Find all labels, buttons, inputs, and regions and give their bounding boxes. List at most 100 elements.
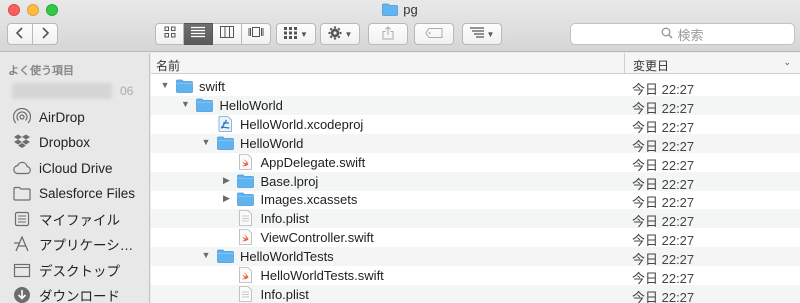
- sidebar-item-my-files[interactable]: マイファイル: [12, 208, 148, 230]
- file-name: Base.lproj: [260, 173, 319, 189]
- search-icon: [661, 27, 674, 42]
- cover-flow-icon: [248, 25, 264, 43]
- swift-file-icon: [237, 229, 255, 246]
- sidebar-item-desktop[interactable]: デスクトップ: [12, 259, 148, 281]
- date-modified: 今日 22:27: [632, 289, 695, 303]
- swift-file-icon: [237, 153, 255, 170]
- desktop-icon: [12, 261, 32, 279]
- file-row[interactable]: Info.plist 今日 22:27: [151, 284, 800, 303]
- folder-icon: [237, 191, 255, 207]
- file-name: HelloWorld: [219, 97, 283, 113]
- sidebar-item-downloads[interactable]: ダウンロード: [12, 284, 148, 303]
- applications-icon: [12, 235, 32, 253]
- share-button[interactable]: [368, 23, 408, 45]
- list-icon: [191, 25, 205, 43]
- sidebar-item-applications[interactable]: アプリケーシ…: [12, 233, 148, 255]
- file-row[interactable]: Info.plist 今日 22:27: [151, 209, 800, 229]
- back-button[interactable]: [7, 23, 33, 45]
- chevron-down-icon: ▼: [486, 29, 495, 39]
- folder-row[interactable]: ▶ Images.xcassets 今日 22:27: [151, 190, 800, 210]
- file-name: swift: [199, 79, 225, 94]
- chevron-down-icon: ▼: [300, 29, 308, 39]
- file-row[interactable]: HelloWorld.xcodeproj 今日 22:27: [151, 115, 800, 135]
- disclosure-expanded-icon[interactable]: ▼: [200, 137, 212, 147]
- disclosure-expanded-icon[interactable]: ▼: [180, 99, 192, 109]
- dropbox-icon: [12, 133, 32, 151]
- folder-icon: [216, 248, 234, 264]
- chevron-down-icon[interactable]: ⌄: [783, 57, 791, 68]
- column-header-date-modified[interactable]: 変更日: [633, 57, 669, 74]
- sort-button[interactable]: ▼: [462, 23, 502, 45]
- folder-row[interactable]: ▼ HelloWorld 今日 22:27: [151, 95, 800, 116]
- folder-row[interactable]: ▼ swift 今日 22:27: [151, 77, 800, 97]
- columns-icon: [220, 25, 234, 43]
- sidebar-item-label: AirDrop: [39, 109, 85, 125]
- folder-icon: [196, 97, 214, 113]
- title-bar: pg ▼ ▼ ▼ 検索: [0, 0, 800, 52]
- disclosure-collapsed-icon[interactable]: ▶: [221, 193, 233, 204]
- folder-row[interactable]: ▼ HelloWorld 今日 22:27: [151, 133, 800, 154]
- plist-file-icon: [237, 285, 255, 302]
- file-row[interactable]: ViewController.swift 今日 22:27: [151, 228, 800, 248]
- swift-file-icon: [237, 267, 255, 283]
- disclosure-collapsed-icon[interactable]: ▶: [221, 175, 233, 186]
- icon-view-button[interactable]: [155, 23, 184, 45]
- window-title: pg: [0, 2, 800, 19]
- list-header: 名前 変更日 ⌄: [151, 53, 800, 74]
- file-row[interactable]: AppDelegate.swift 今日 22:27: [151, 153, 800, 173]
- sidebar-item-label: Salesforce Files: [39, 185, 136, 201]
- sidebar: よく使う項目 06 AirDrop Dropbox iCloud Drive S…: [0, 53, 150, 303]
- search-placeholder: 検索: [677, 27, 704, 43]
- folder-icon: [175, 78, 193, 94]
- folder-icon: [237, 173, 255, 189]
- chevron-right-icon: [40, 26, 50, 42]
- sidebar-item-dropbox[interactable]: Dropbox: [12, 131, 148, 153]
- sidebar-item-label: デスクトップ: [39, 264, 120, 279]
- file-list: 名前 変更日 ⌄ ▼ swift 今日 22:27 ▼ HelloWorld 今日 22:…: [151, 53, 800, 303]
- window-title-text: pg: [403, 2, 418, 17]
- sidebar-item-icloud-drive[interactable]: iCloud Drive: [12, 157, 148, 179]
- sidebar-item-salesforce-files[interactable]: Salesforce Files: [12, 182, 148, 204]
- arrange-grid-icon: [284, 26, 298, 42]
- file-row[interactable]: HelloWorldTests.swift 今日 22:27: [151, 266, 800, 286]
- disclosure-expanded-icon[interactable]: ▼: [159, 80, 171, 90]
- downloads-icon: [12, 286, 32, 303]
- folder-row[interactable]: ▶ Base.lproj 今日 22:27: [151, 171, 800, 192]
- sidebar-item-redacted[interactable]: [12, 83, 112, 99]
- column-view-button[interactable]: [213, 23, 242, 45]
- search-field[interactable]: 検索: [570, 23, 795, 45]
- xcode-project-icon: [216, 115, 234, 132]
- cover-flow-view-button[interactable]: [242, 23, 271, 45]
- folder-icon: [12, 184, 32, 202]
- file-name: HelloWorldTests.swift: [260, 268, 384, 283]
- airdrop-icon: [12, 108, 32, 126]
- folder-row[interactable]: ▼ HelloWorldTests 今日 22:27: [151, 247, 800, 267]
- folder-icon: [216, 135, 234, 151]
- file-name: AppDelegate.swift: [260, 154, 366, 170]
- list-view-button[interactable]: [184, 23, 213, 45]
- arrange-button[interactable]: ▼: [276, 23, 316, 45]
- all-files-icon: [12, 210, 32, 228]
- icon-grid-icon: [164, 25, 176, 43]
- action-button[interactable]: ▼: [320, 23, 360, 45]
- share-icon: [382, 25, 394, 43]
- sidebar-item-label: iCloud Drive: [39, 160, 113, 176]
- file-name: ViewController.swift: [260, 230, 374, 246]
- view-mode-selector: [155, 23, 271, 45]
- file-name: HelloWorld.xcodeproj: [240, 116, 364, 132]
- sidebar-item-label: Dropbox: [39, 134, 91, 150]
- column-divider[interactable]: [624, 53, 625, 74]
- sidebar-item-label: ダウンロード: [39, 289, 120, 303]
- tag-icon: [425, 27, 443, 41]
- file-name: HelloWorldTests: [240, 249, 334, 265]
- tag-button[interactable]: [414, 23, 454, 45]
- disclosure-expanded-icon[interactable]: ▼: [200, 250, 212, 260]
- gear-icon: [328, 26, 342, 43]
- forward-button[interactable]: [32, 23, 58, 45]
- file-name: HelloWorld: [240, 135, 304, 151]
- file-name: Info.plist: [260, 211, 309, 227]
- column-header-name[interactable]: 名前: [156, 57, 180, 74]
- sidebar-item-airdrop[interactable]: AirDrop: [12, 106, 148, 128]
- sidebar-item-label: マイファイル: [39, 213, 120, 228]
- cloud-icon: [12, 159, 32, 177]
